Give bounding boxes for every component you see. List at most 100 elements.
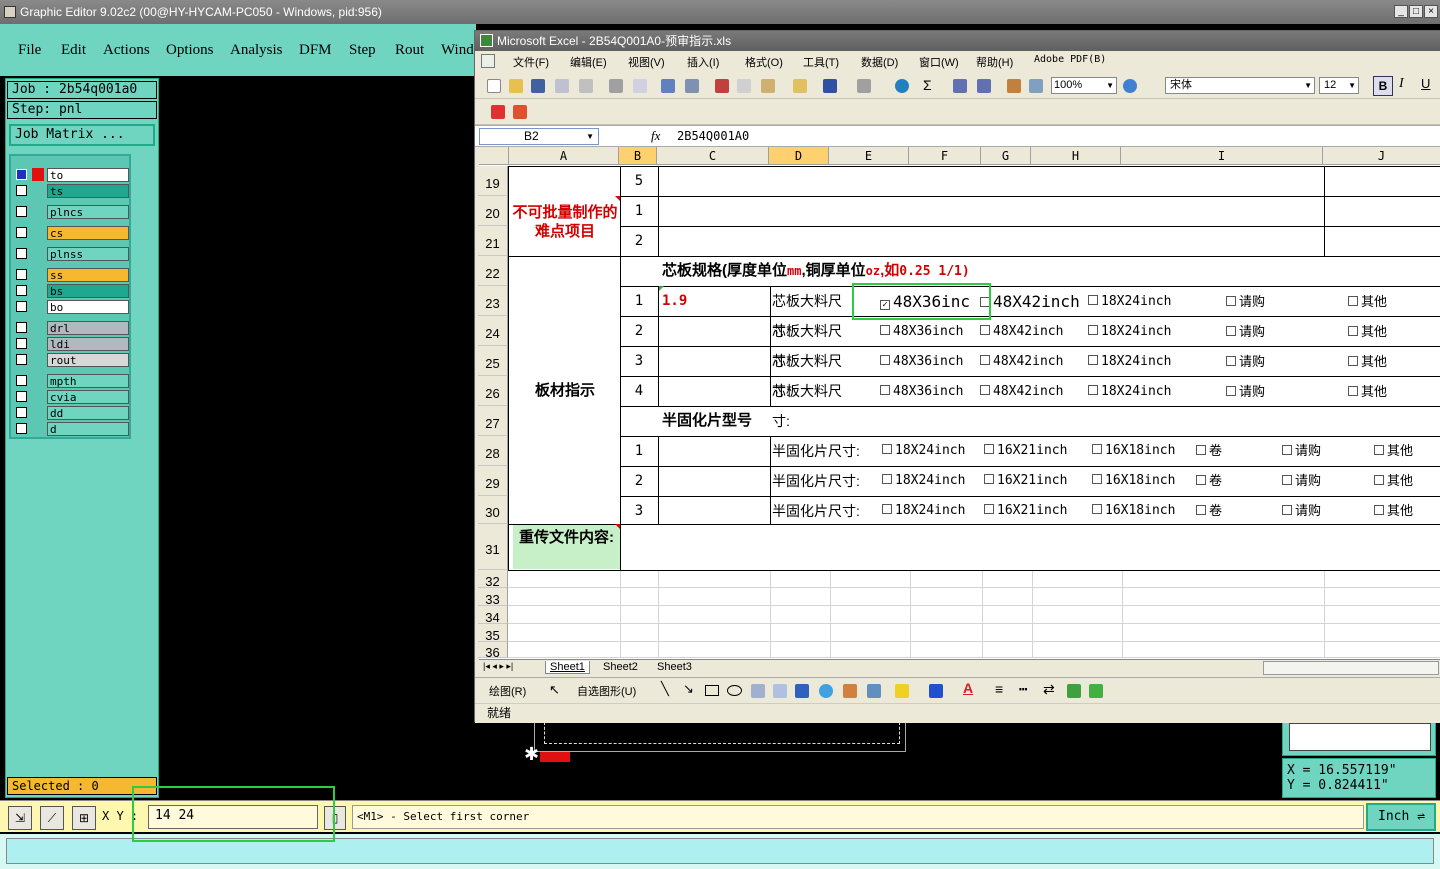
- xl-menu-adobe[interactable]: Adobe PDF(B): [1034, 54, 1106, 65]
- row-header[interactable]: 34: [478, 606, 508, 625]
- menu-actions[interactable]: Actions: [103, 42, 150, 59]
- checkbox[interactable]: [882, 444, 892, 454]
- layer-checkbox[interactable]: [16, 354, 27, 365]
- checkbox[interactable]: [984, 474, 994, 484]
- textbox-icon[interactable]: [751, 684, 765, 698]
- checkbox[interactable]: [1088, 325, 1098, 335]
- vertical-textbox-icon[interactable]: [773, 684, 787, 698]
- option-18x24[interactable]: 18X24inch: [1088, 352, 1171, 372]
- row-header[interactable]: 29: [478, 466, 508, 496]
- col-header-h[interactable]: H: [1031, 147, 1121, 165]
- option-18x24[interactable]: 18X24inch: [1088, 292, 1171, 312]
- option-48x36[interactable]: 48X36inch: [880, 382, 963, 402]
- xl-menu-format[interactable]: 格式(O): [745, 54, 783, 70]
- xl-menu-edit[interactable]: 编辑(E): [570, 54, 607, 70]
- print-icon[interactable]: [609, 79, 623, 93]
- new-icon[interactable]: [487, 79, 501, 93]
- line-icon[interactable]: ╲: [661, 681, 669, 697]
- sort-asc-icon[interactable]: [953, 79, 967, 93]
- layer-row-ts[interactable]: ts: [13, 184, 131, 198]
- col-header-c[interactable]: C: [657, 147, 769, 165]
- redo-icon[interactable]: [857, 79, 871, 93]
- checkbox[interactable]: [1282, 475, 1292, 485]
- option-pp-16x21[interactable]: 16X21inch: [984, 471, 1067, 491]
- cell-number[interactable]: 2: [620, 316, 658, 346]
- checkbox[interactable]: [882, 504, 892, 514]
- xl-menu-insert[interactable]: 插入(I): [687, 54, 719, 70]
- layer-checkbox[interactable]: [16, 338, 27, 349]
- layer-row-dd[interactable]: dd: [13, 406, 131, 420]
- copy-icon[interactable]: [737, 79, 751, 93]
- bold-icon[interactable]: B: [1373, 76, 1393, 96]
- cell-number[interactable]: 2: [620, 466, 658, 496]
- cell-number[interactable]: 1: [620, 196, 658, 226]
- row-header[interactable]: 25: [478, 346, 508, 376]
- row-header[interactable]: 33: [478, 588, 508, 607]
- layer-row-rout[interactable]: rout: [13, 353, 131, 367]
- chart-wizard-icon[interactable]: [1007, 79, 1021, 93]
- diagram-icon[interactable]: [819, 684, 833, 698]
- option-pp-16x21[interactable]: 16X21inch: [984, 441, 1067, 461]
- checkbox[interactable]: [882, 474, 892, 484]
- 3d-icon[interactable]: [1089, 684, 1103, 698]
- menu-file[interactable]: File: [18, 42, 41, 59]
- prepreg-size-label[interactable]: 半固化片尺寸:: [772, 436, 882, 466]
- option-roll[interactable]: 卷: [1196, 471, 1222, 491]
- fill-color-icon[interactable]: [895, 684, 909, 698]
- minimize-button[interactable]: _: [1394, 5, 1408, 18]
- horizontal-scrollbar[interactable]: [1263, 661, 1439, 675]
- drawing-icon[interactable]: [1029, 79, 1043, 93]
- layer-row-mpth[interactable]: mpth: [13, 374, 131, 388]
- picture-icon[interactable]: [867, 684, 881, 698]
- checkbox[interactable]: [1226, 326, 1236, 336]
- font-box[interactable]: 宋体 ▼: [1165, 77, 1315, 94]
- col-header-a[interactable]: A: [509, 147, 619, 165]
- arrow-style-icon[interactable]: ⇄: [1043, 681, 1055, 698]
- italic-icon[interactable]: I: [1399, 76, 1404, 92]
- tab-nav-icons[interactable]: |◂ ◂ ▸ ▸|: [483, 661, 513, 672]
- checkbox[interactable]: [980, 325, 990, 335]
- row-header[interactable]: 27: [478, 406, 508, 436]
- option-roll[interactable]: 卷: [1196, 501, 1222, 521]
- menu-options[interactable]: Options: [166, 42, 214, 59]
- cell-number[interactable]: 4: [620, 376, 658, 406]
- layer-checkbox[interactable]: [16, 375, 27, 386]
- oval-icon[interactable]: [727, 685, 742, 696]
- underline-icon[interactable]: U: [1421, 76, 1430, 91]
- col-header-e[interactable]: E: [829, 147, 909, 165]
- zoom-area-icon[interactable]: ⇲: [8, 806, 32, 830]
- menu-dfm[interactable]: DFM: [299, 42, 332, 59]
- checkbox[interactable]: [1092, 504, 1102, 514]
- option-purchase[interactable]: 请购: [1226, 292, 1265, 312]
- function-icon[interactable]: fx: [651, 128, 660, 144]
- option-pp-16x18[interactable]: 16X18inch: [1092, 471, 1175, 491]
- checkbox[interactable]: [1226, 386, 1236, 396]
- thickness-value[interactable]: 1.9: [662, 286, 762, 316]
- rectangle-icon[interactable]: [705, 685, 719, 696]
- layer-row-ss[interactable]: ss: [13, 268, 131, 282]
- menu-edit[interactable]: Edit: [61, 42, 86, 59]
- checkbox[interactable]: [1196, 445, 1206, 455]
- row-header[interactable]: 23: [478, 286, 508, 316]
- xl-menu-data[interactable]: 数据(D): [861, 54, 898, 70]
- pdf-convert-icon[interactable]: [491, 105, 505, 119]
- option-pp-18x24[interactable]: 18X24inch: [882, 471, 965, 491]
- autosum-icon[interactable]: Σ: [923, 77, 932, 93]
- option-48x42[interactable]: 48X42inch: [980, 382, 1063, 402]
- close-button[interactable]: ×: [1424, 5, 1438, 18]
- checkbox[interactable]: [1348, 296, 1358, 306]
- cell-number[interactable]: 1: [620, 436, 658, 466]
- layer-row-plnss[interactable]: plnss: [13, 247, 131, 261]
- layer-checkbox[interactable]: [16, 423, 27, 434]
- grid-snap-icon[interactable]: ⊞: [72, 806, 96, 830]
- prepreg-size-label[interactable]: 半固化片尺寸:: [772, 496, 882, 526]
- checkbox[interactable]: [1282, 445, 1292, 455]
- research-icon[interactable]: [685, 79, 699, 93]
- layer-checkbox[interactable]: [16, 269, 27, 280]
- row-header[interactable]: 36: [478, 642, 508, 660]
- email-icon[interactable]: [579, 79, 593, 93]
- measure-icon[interactable]: ⟋: [40, 806, 64, 830]
- row-header[interactable]: 31: [478, 524, 508, 570]
- layer-checkbox[interactable]: [16, 285, 27, 296]
- row-header[interactable]: 35: [478, 624, 508, 643]
